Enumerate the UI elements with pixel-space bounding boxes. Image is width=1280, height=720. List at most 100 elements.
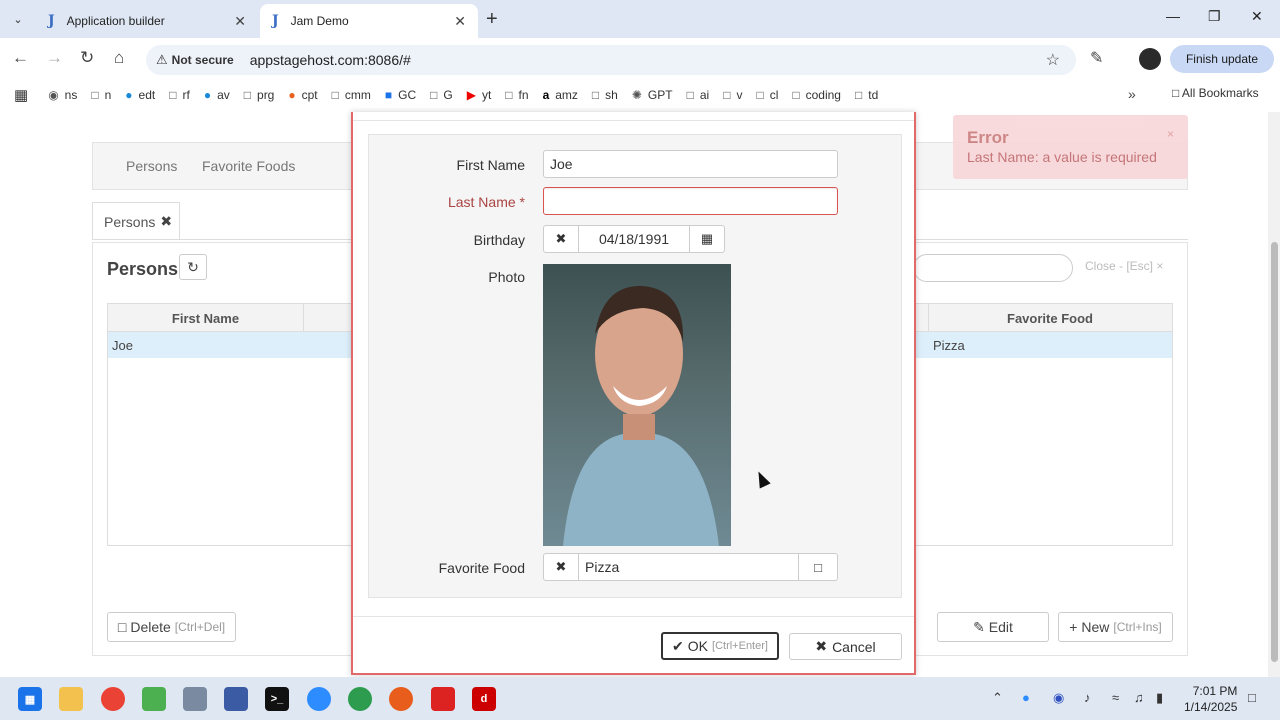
- last-name-field[interactable]: [543, 187, 838, 215]
- clear-birthday-button[interactable]: ✖: [543, 225, 579, 253]
- close-icon[interactable]: ×: [1167, 127, 1174, 141]
- new-tab-icon[interactable]: +: [486, 8, 498, 31]
- network-icon[interactable]: [224, 687, 248, 711]
- volume-icon[interactable]: ♫: [1134, 690, 1144, 705]
- column-first-name[interactable]: First Name: [108, 311, 303, 326]
- windows-start-icon[interactable]: ▦: [18, 687, 42, 711]
- url-text[interactable]: appstagehost.com:8086/#: [250, 52, 411, 68]
- tab-jam-demo[interactable]: J Jam Demo ✕: [260, 4, 478, 38]
- person-photo[interactable]: [543, 264, 731, 546]
- file-explorer-icon[interactable]: [59, 687, 83, 711]
- column-favorite-food[interactable]: Favorite Food: [928, 311, 1172, 326]
- back-icon[interactable]: ←: [12, 48, 29, 68]
- bookmark-item[interactable]: ● cpt: [288, 88, 317, 102]
- bookmark-item[interactable]: □ prg: [244, 88, 275, 102]
- extensions-icon[interactable]: ✎: [1090, 48, 1103, 68]
- jam-favicon-icon: J: [48, 13, 55, 29]
- home-icon[interactable]: ⌂: [114, 48, 124, 68]
- tab-application-builder[interactable]: J Application builder ✕: [36, 4, 258, 38]
- clear-favorite-food-button[interactable]: ✖: [543, 553, 579, 581]
- system-clock[interactable]: 7:01 PM 1/14/2025: [1184, 683, 1237, 715]
- bookmark-item[interactable]: ● edt: [125, 88, 155, 102]
- terminal-icon[interactable]: >_: [265, 687, 289, 711]
- close-icon[interactable]: ✕: [234, 13, 246, 30]
- all-bookmarks-button[interactable]: □ All Bookmarks: [1172, 86, 1259, 100]
- hs-app-icon[interactable]: [348, 687, 372, 711]
- bookmark-item[interactable]: ◉ ns: [48, 88, 77, 102]
- more-bookmarks-icon[interactable]: »: [1128, 86, 1136, 102]
- check-icon: ✔: [672, 637, 684, 654]
- close-hint[interactable]: Close - [Esc] ×: [1085, 259, 1163, 273]
- page-scrollbar[interactable]: [1268, 112, 1280, 677]
- bookmark-item[interactable]: a amz: [543, 88, 578, 102]
- zoom-icon[interactable]: [307, 687, 331, 711]
- ok-button[interactable]: ✔ OK [Ctrl+Enter]: [661, 632, 779, 660]
- nav-favorite-foods[interactable]: Favorite Foods: [202, 158, 295, 174]
- chrome-icon[interactable]: [101, 687, 125, 711]
- fruit-app-icon[interactable]: [389, 687, 413, 711]
- tray-chevron-icon[interactable]: ⌃: [992, 690, 1003, 706]
- folder-icon: □: [792, 88, 800, 102]
- battery-icon[interactable]: ▮: [1156, 690, 1163, 706]
- reload-icon[interactable]: ↻: [80, 48, 94, 68]
- tab-persons[interactable]: Persons ✖: [92, 202, 180, 240]
- close-tab-icon[interactable]: ✖: [160, 213, 172, 230]
- delete-hint: [Ctrl+Del]: [174, 620, 226, 634]
- bookmark-item[interactable]: □ cmm: [332, 88, 371, 102]
- calendar-button[interactable]: ▦: [689, 225, 725, 253]
- cancel-button[interactable]: ✖ Cancel: [789, 633, 902, 660]
- maximize-icon[interactable]: ❐: [1208, 8, 1221, 25]
- bookmark-star-icon[interactable]: ☆: [1046, 50, 1060, 70]
- d-app-icon[interactable]: d: [472, 687, 496, 711]
- bookmark-item[interactable]: □ sh: [592, 88, 618, 102]
- ok-label: OK: [687, 638, 709, 654]
- bookmark-item[interactable]: □ G: [430, 88, 453, 102]
- browse-food-button[interactable]: □: [798, 553, 838, 581]
- notepad-icon[interactable]: [142, 687, 166, 711]
- vpn-tray-icon[interactable]: ◉: [1053, 690, 1064, 706]
- red-app-icon[interactable]: [431, 687, 455, 711]
- nav-persons[interactable]: Persons: [126, 158, 177, 174]
- delete-button[interactable]: □ Delete [Ctrl+Del]: [107, 612, 236, 642]
- wifi-icon[interactable]: ≈: [1112, 690, 1119, 705]
- bookmark-item[interactable]: □ coding: [792, 88, 841, 102]
- bookmark-item[interactable]: □ td: [855, 88, 878, 102]
- zoom-tray-icon[interactable]: ●: [1022, 690, 1030, 705]
- window-close-icon[interactable]: ✕: [1251, 8, 1263, 25]
- tab-search-icon[interactable]: ⌄: [6, 8, 30, 30]
- bookmark-item[interactable]: □ ai: [687, 88, 710, 102]
- folder-icon: □: [430, 88, 438, 102]
- finish-update-button[interactable]: Finish update: [1170, 45, 1274, 73]
- favorite-food-field[interactable]: Pizza: [578, 553, 799, 581]
- bookmark-item[interactable]: □ rf: [169, 88, 190, 102]
- notifications-icon[interactable]: □: [1248, 690, 1256, 705]
- first-name-field[interactable]: Joe: [543, 150, 838, 178]
- forward-icon[interactable]: →: [46, 48, 63, 68]
- bookmark-item[interactable]: □ v: [723, 88, 742, 102]
- bookmark-item[interactable]: ✺ GPT: [632, 88, 673, 102]
- profile-avatar[interactable]: [1139, 48, 1161, 70]
- bookmark-item[interactable]: ● av: [204, 88, 230, 102]
- scroll-thumb[interactable]: [1271, 242, 1278, 662]
- refresh-button[interactable]: ↻: [179, 254, 207, 280]
- apps-grid-icon[interactable]: ▦: [14, 86, 28, 104]
- bookmark-item[interactable]: ■ GC: [385, 88, 416, 102]
- microphone-icon[interactable]: ♪: [1084, 690, 1091, 705]
- bookmark-item[interactable]: □ cl: [756, 88, 778, 102]
- search-input[interactable]: [913, 254, 1073, 282]
- birthday-field[interactable]: 04/18/1991: [578, 225, 690, 253]
- bookmark-item[interactable]: ▶ yt: [467, 88, 492, 102]
- folder-icon: □: [91, 88, 99, 102]
- site-icon: ●: [288, 88, 296, 102]
- site-icon: ■: [384, 88, 393, 102]
- minimize-icon[interactable]: —: [1166, 8, 1180, 24]
- security-label[interactable]: Not secure: [172, 53, 234, 67]
- bookmark-item[interactable]: □ fn: [505, 88, 528, 102]
- bookmark-item[interactable]: □ n: [91, 88, 111, 102]
- openai-icon: ✺: [631, 88, 642, 102]
- remote-desktop-icon[interactable]: [183, 687, 207, 711]
- omnibox[interactable]: ⚠ Not secure appstagehost.com:8086/# ☆: [146, 45, 1076, 75]
- new-button[interactable]: + New [Ctrl+Ins]: [1058, 612, 1173, 642]
- close-icon[interactable]: ✕: [454, 13, 466, 30]
- edit-button[interactable]: ✎ Edit: [937, 612, 1049, 642]
